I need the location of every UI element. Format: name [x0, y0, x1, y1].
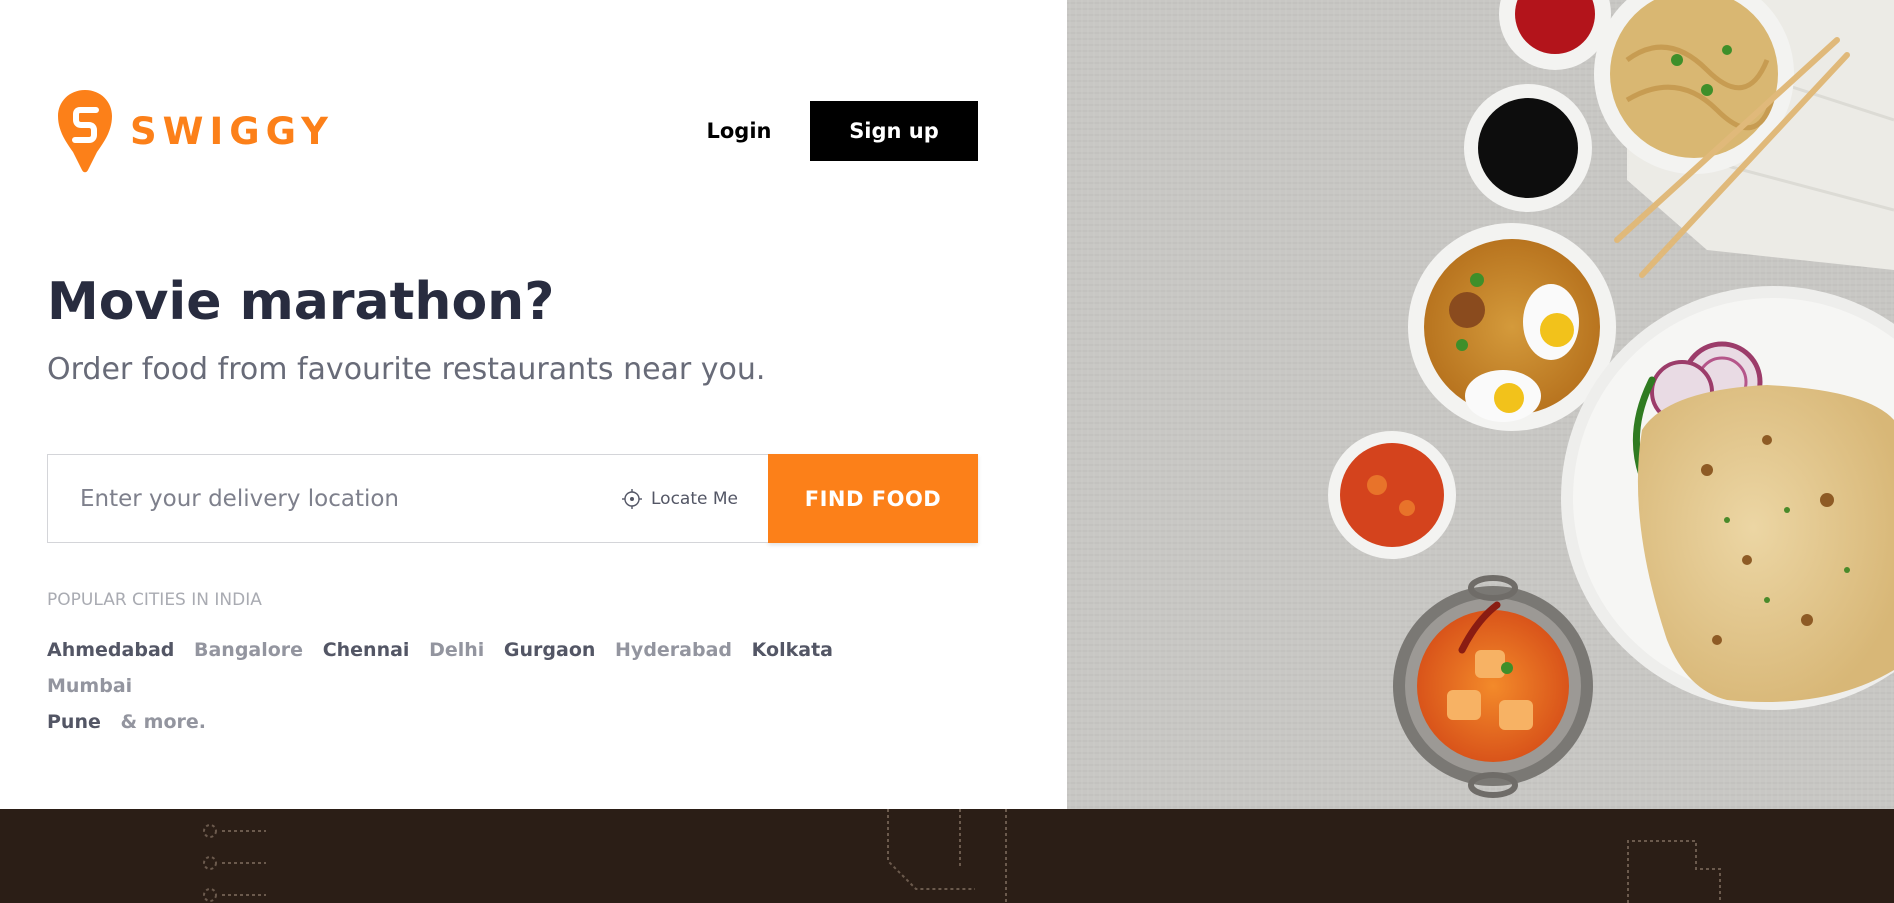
food-platter-illustration	[1067, 0, 1894, 809]
page-subheadline: Order food from favourite restaurants ne…	[47, 352, 766, 387]
city-link-pune[interactable]: Pune	[47, 711, 101, 733]
city-link-delhi[interactable]: Delhi	[429, 639, 484, 661]
city-link-hyderabad[interactable]: Hyderabad	[615, 639, 732, 661]
city-link-kolkata[interactable]: Kolkata	[752, 639, 833, 661]
locate-me-button[interactable]: Locate Me	[621, 455, 738, 542]
swiggy-pin-logo-icon	[58, 90, 112, 173]
login-link[interactable]: Login	[700, 101, 778, 161]
more-cities-link[interactable]: & more.	[121, 711, 207, 733]
popular-cities-title: POPULAR CITIES IN INDIA	[47, 590, 262, 610]
location-input-container: Locate Me	[47, 454, 768, 543]
decorative-line-pattern	[203, 809, 1721, 903]
city-link-gurgaon[interactable]: Gurgaon	[504, 639, 596, 661]
city-link-chennai[interactable]: Chennai	[323, 639, 410, 661]
crosshair-icon	[622, 488, 642, 509]
swiggy-logo[interactable]: SWIGGY	[56, 88, 334, 174]
city-link-ahmedabad[interactable]: Ahmedabad	[47, 639, 174, 661]
popular-cities-list: Ahmedabad Bangalore Chennai Delhi Gurgao…	[47, 632, 907, 740]
delivery-location-input[interactable]	[78, 455, 618, 542]
signup-button[interactable]: Sign up	[810, 101, 978, 161]
hero-food-image	[1067, 0, 1894, 809]
landing-page: SWIGGY Login Sign up Movie marathon? Ord…	[0, 0, 1894, 903]
page-headline: Movie marathon?	[47, 272, 555, 332]
city-link-bangalore[interactable]: Bangalore	[194, 639, 303, 661]
locate-me-label: Locate Me	[651, 488, 738, 509]
find-food-button[interactable]: FIND FOOD	[768, 454, 978, 543]
footer-decorative-band	[0, 809, 1894, 903]
location-search-bar: Locate Me FIND FOOD	[47, 454, 978, 543]
hero-left-panel: SWIGGY Login Sign up Movie marathon? Ord…	[0, 0, 1067, 809]
city-link-mumbai[interactable]: Mumbai	[47, 675, 132, 697]
brand-wordmark: SWIGGY	[130, 109, 334, 153]
